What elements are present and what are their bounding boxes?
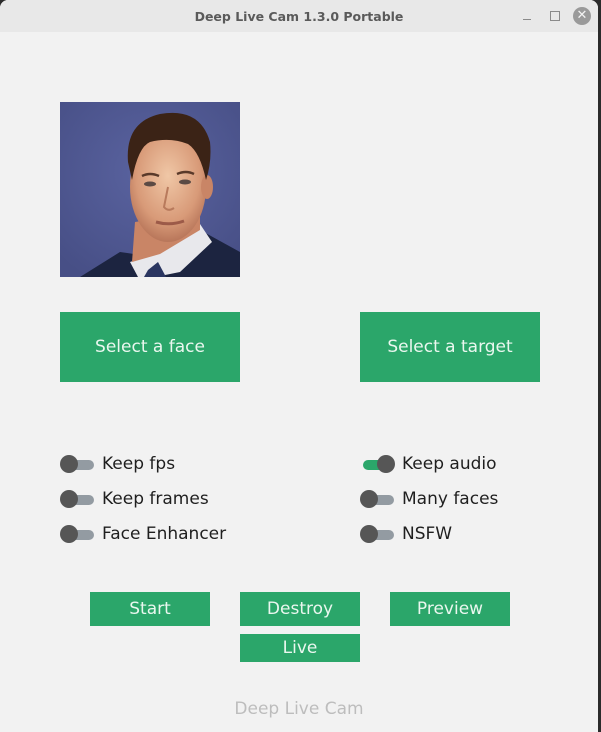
switch-label: Keep audio	[402, 454, 497, 474]
minimize-button[interactable]	[517, 0, 537, 32]
source-face-image	[60, 102, 240, 277]
switch-knob	[377, 455, 395, 473]
toggle-switch[interactable]	[60, 455, 96, 473]
close-button[interactable]: ✕	[572, 0, 592, 32]
switch-knob	[360, 490, 378, 508]
nsfw-switch[interactable]: NSFW	[360, 523, 452, 545]
start-button[interactable]: Start	[90, 592, 210, 626]
many-faces-switch[interactable]: Many faces	[360, 488, 498, 510]
switch-knob	[360, 525, 378, 543]
select-target-button[interactable]: Select a target	[360, 312, 540, 382]
maximize-icon	[550, 11, 560, 21]
source-face-portrait	[60, 102, 240, 277]
live-button[interactable]: Live	[240, 634, 360, 662]
toggle-switch[interactable]	[360, 525, 396, 543]
toggle-switch[interactable]	[60, 490, 96, 508]
destroy-button[interactable]: Destroy	[240, 592, 360, 626]
preview-button[interactable]: Preview	[390, 592, 510, 626]
title-bar[interactable]: Deep Live Cam 1.3.0 Portable ✕	[0, 0, 598, 32]
switch-knob	[60, 525, 78, 543]
toggle-switch[interactable]	[360, 490, 396, 508]
switch-knob	[60, 455, 78, 473]
maximize-button[interactable]	[546, 0, 564, 32]
keep-fps-switch[interactable]: Keep fps	[60, 453, 175, 475]
keep-audio-switch[interactable]: Keep audio	[360, 453, 497, 475]
toggle-switch[interactable]	[360, 455, 396, 473]
window-title: Deep Live Cam 1.3.0 Portable	[194, 8, 404, 24]
switch-label: Keep frames	[102, 489, 209, 509]
footer-label: Deep Live Cam	[234, 699, 364, 719]
close-icon: ✕	[573, 7, 591, 25]
app-window: Deep Live Cam 1.3.0 Portable ✕ Select a …	[0, 0, 598, 732]
switch-knob	[60, 490, 78, 508]
switch-label: Keep fps	[102, 454, 176, 474]
face-enhancer-switch[interactable]: Face Enhancer	[60, 523, 226, 545]
keep-frames-switch[interactable]: Keep frames	[60, 488, 209, 510]
select-face-button[interactable]: Select a face	[60, 312, 240, 382]
switch-label: Face Enhancer	[102, 524, 227, 544]
switch-label: Many faces	[402, 489, 499, 509]
switch-label: NSFW	[402, 524, 453, 544]
toggle-switch[interactable]	[60, 525, 96, 543]
minimize-icon	[523, 18, 531, 20]
